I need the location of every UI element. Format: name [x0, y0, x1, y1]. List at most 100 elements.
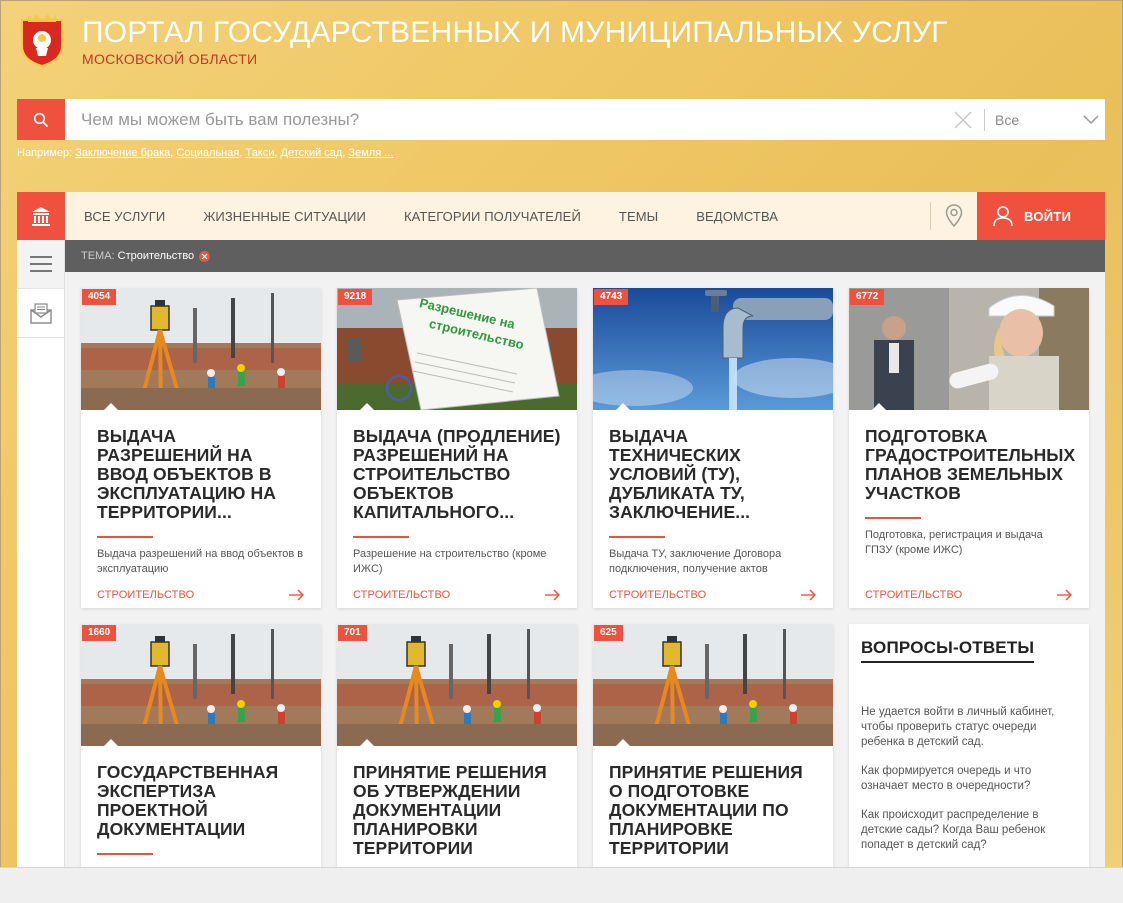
search-scope-value: Все	[995, 111, 1020, 128]
card-category-link[interactable]: СТРОИТЕЛЬСТВО	[865, 589, 962, 601]
service-card[interactable]: 1660 ГОСУДАРСТВЕННАЯ ЭКСПЕРТИЗА ПРОЕКТНО…	[81, 624, 321, 867]
building-icon	[32, 207, 50, 226]
card-title: ВЫДАЧА ТЕХНИЧЕСКИХ УСЛОВИЙ (ТУ), ДУБЛИКА…	[609, 426, 751, 522]
card-description: Подготовка, регистрация и выдача ГПЗУ (к…	[865, 529, 1043, 556]
search-divider	[984, 108, 985, 131]
card-footer: СТРОИТЕЛЬСТВО	[609, 589, 817, 601]
service-card[interactable]: 6772 ПОДГОТОВКА ГРАДОСТРОИТЕЛЬНЫХ ПЛАНОВ…	[849, 288, 1089, 608]
card-footer: СТРОИТЕЛЬСТВО	[97, 589, 305, 601]
topic-filter-bar: ТЕМА: Строительство	[65, 240, 1105, 272]
faq-question[interactable]: Как формируется очередь и что означает м…	[861, 764, 1077, 794]
portal-title: ПОРТАЛ ГОСУДАРСТВЕННЫХ И МУНИЦИПАЛЬНЫХ У…	[82, 16, 948, 49]
card-count-badge: 9218	[338, 289, 373, 305]
menu-icon	[29, 256, 52, 272]
card-underline	[97, 853, 153, 855]
portal-subtitle: МОСКОВСКОЙ ОБЛАСТИ	[82, 51, 258, 67]
card-image-construction-site: 701	[337, 624, 577, 746]
card-image-construction-site: 4054	[81, 288, 321, 410]
main-nav: ВСЕ УСЛУГИ ЖИЗНЕННЫЕ СИТУАЦИИ КАТЕГОРИИ …	[17, 192, 1105, 240]
services-grid: 4054 ВЫДАЧА РАЗРЕШЕНИЙ НА ВВОД ОБЪЕКТОВ …	[65, 272, 1105, 867]
user-icon	[993, 206, 1013, 227]
card-description: Выдача ТУ, заключение Договора подключен…	[609, 548, 782, 575]
close-icon	[201, 253, 208, 259]
card-image-notch	[359, 403, 375, 410]
example-link-kindergarten[interactable]: Детский сад	[281, 147, 343, 159]
card-category-link[interactable]: СТРОИТЕЛЬСТВО	[97, 589, 194, 601]
card-count-badge: 1660	[82, 625, 117, 641]
search-button[interactable]	[17, 99, 65, 140]
service-card[interactable]: 625 ПРИНЯТИЕ РЕШЕНИЯ О ПОДГОТОВКЕ ДОКУМЕ…	[593, 624, 833, 867]
card-image-notch	[103, 403, 119, 410]
card-image-notch	[615, 403, 631, 410]
bottom-bar	[0, 867, 1123, 903]
chevron-down-icon	[1083, 114, 1099, 124]
nav-home-button[interactable]	[17, 192, 65, 240]
example-link-social[interactable]: Социальная	[176, 147, 239, 159]
nav-recipient-categories[interactable]: КАТЕГОРИИ ПОЛУЧАТЕЛЕЙ	[404, 209, 581, 224]
nav-topics[interactable]: ТЕМЫ	[619, 209, 658, 224]
arrow-right-icon[interactable]	[801, 589, 817, 601]
menu-button[interactable]	[17, 240, 64, 289]
card-image-notch	[359, 739, 375, 746]
example-link-taxi[interactable]: Такси	[245, 147, 274, 159]
card-category-link[interactable]: СТРОИТЕЛЬСТВО	[353, 589, 450, 601]
card-image-notch	[103, 739, 119, 746]
search-icon	[33, 112, 49, 127]
nav-life-situations[interactable]: ЖИЗНЕННЫЕ СИТУАЦИИ	[203, 209, 366, 224]
search-input[interactable]	[65, 99, 948, 140]
card-image-construction-site: 1660	[81, 624, 321, 746]
card-title: ВЫДАЧА (ПРОДЛЕНИЕ) РАЗРЕШЕНИЙ НА СТРОИТЕ…	[353, 426, 561, 522]
card-category-link[interactable]: СТРОИТЕЛЬСТВО	[609, 589, 706, 601]
mail-icon	[29, 303, 52, 324]
card-count-badge: 701	[338, 625, 367, 641]
card-count-badge: 4743	[594, 289, 629, 305]
card-image-water-tap: 4743	[593, 288, 833, 410]
example-link-land[interactable]: Земля ...	[348, 147, 393, 159]
example-link-marriage[interactable]: Заключение брака	[75, 147, 170, 159]
nav-all-services[interactable]: ВСЕ УСЛУГИ	[84, 209, 165, 224]
coat-of-arms-logo[interactable]	[18, 12, 66, 68]
service-card[interactable]: 4054 ВЫДАЧА РАЗРЕШЕНИЙ НА ВВОД ОБЪЕКТОВ …	[81, 288, 321, 608]
location-pin-icon	[945, 204, 963, 228]
card-description: Разрешение на строительство (кроме ИЖС)	[353, 548, 547, 575]
faq-question[interactable]: Как происходит распределение в детские с…	[861, 808, 1077, 853]
service-card[interactable]: Разрешение на строительство 9218 ВЫДАЧА …	[337, 288, 577, 608]
clear-icon	[954, 110, 972, 129]
login-button[interactable]: ВОЙТИ	[977, 192, 1105, 240]
card-image-construction-site: 625	[593, 624, 833, 746]
card-image-notch	[871, 403, 887, 410]
arrow-right-icon[interactable]	[545, 589, 561, 601]
examples-label: Например:	[17, 147, 73, 159]
faq-panel: ВОПРОСЫ-ОТВЕТЫ Не удается войти в личный…	[849, 624, 1089, 867]
search-examples: Например: Заключение брака, Социальная, …	[17, 147, 394, 159]
topic-clear-button[interactable]	[199, 250, 211, 262]
messages-button[interactable]	[17, 289, 64, 338]
card-count-badge: 6772	[850, 289, 885, 305]
card-title: ВЫДАЧА РАЗРЕШЕНИЙ НА ВВОД ОБЪЕКТОВ В ЭКС…	[97, 426, 277, 522]
faq-question[interactable]: Не удается войти в личный кабинет, чтобы…	[861, 705, 1077, 750]
card-title: ПРИНЯТИЕ РЕШЕНИЯ ОБ УТВЕРЖДЕНИИ ДОКУМЕНТ…	[353, 762, 547, 858]
location-button[interactable]	[931, 192, 977, 240]
search-scope-select[interactable]: Все	[995, 99, 1105, 140]
card-title: ГОСУДАРСТВЕННАЯ ЭКСПЕРТИЗА ПРОЕКТНОЙ ДОК…	[97, 762, 279, 839]
card-count-badge: 625	[594, 625, 623, 641]
side-panel	[17, 240, 65, 867]
topic-label: ТЕМА:	[81, 250, 115, 262]
login-label: ВОЙТИ	[1024, 208, 1072, 224]
service-card[interactable]: 4743 ВЫДАЧА ТЕХНИЧЕСКИХ УСЛОВИЙ (ТУ), ДУ…	[593, 288, 833, 608]
card-count-badge: 4054	[82, 289, 117, 305]
clear-search-button[interactable]	[948, 99, 978, 140]
card-image-notch	[615, 739, 631, 746]
card-description: Выдача разрешений на ввод объектов в экс…	[97, 548, 304, 575]
arrow-right-icon[interactable]	[289, 589, 305, 601]
card-title: ПОДГОТОВКА ГРАДОСТРОИТЕЛЬНЫХ ПЛАНОВ ЗЕМЕ…	[865, 426, 1076, 503]
service-card[interactable]: 701 ПРИНЯТИЕ РЕШЕНИЯ ОБ УТВЕРЖДЕНИИ ДОКУ…	[337, 624, 577, 867]
card-footer: СТРОИТЕЛЬСТВО	[353, 589, 561, 601]
arrow-right-icon[interactable]	[1057, 589, 1073, 601]
card-title: ПРИНЯТИЕ РЕШЕНИЯ О ПОДГОТОВКЕ ДОКУМЕНТАЦ…	[609, 762, 803, 858]
nav-departments[interactable]: ВЕДОМСТВА	[696, 209, 778, 224]
topic-value: Строительство	[117, 250, 195, 262]
faq-title[interactable]: ВОПРОСЫ-ОТВЕТЫ	[861, 638, 1035, 663]
search-bar: Все	[17, 99, 1105, 140]
card-image-engineer-woman: 6772	[849, 288, 1089, 410]
